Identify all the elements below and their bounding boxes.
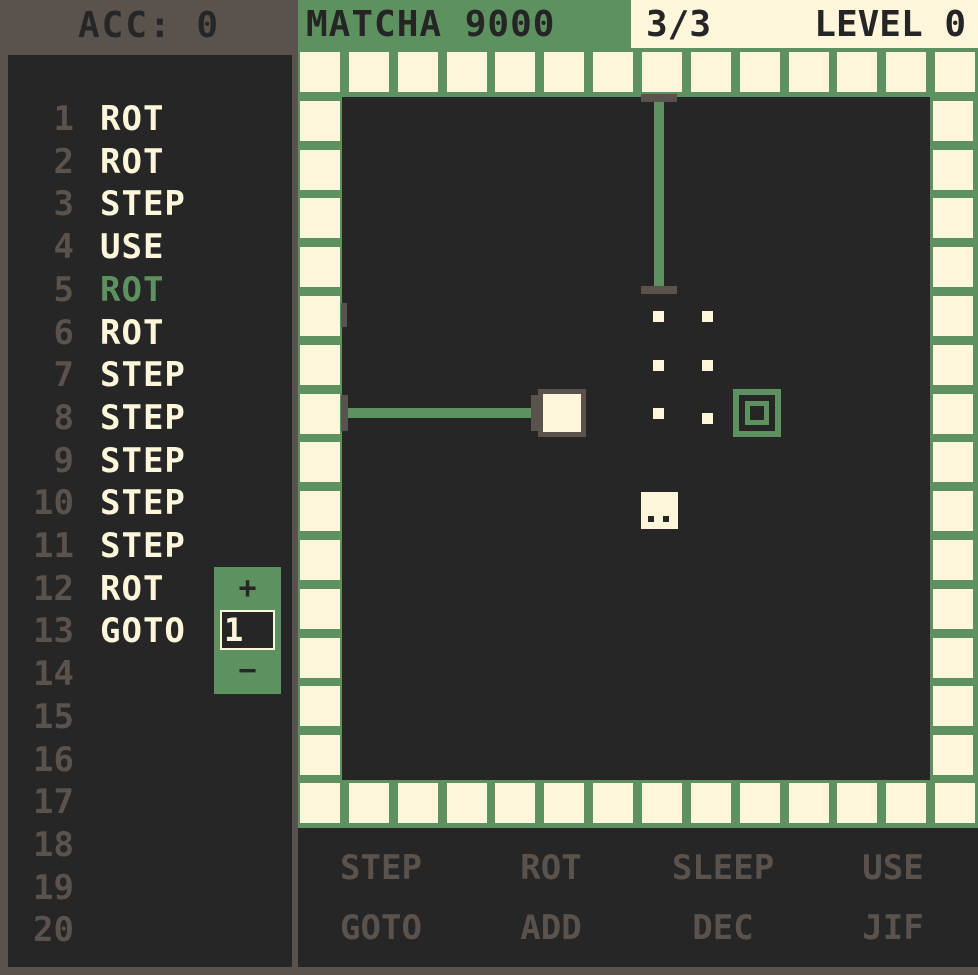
palette-jif-button[interactable]: JIF [818, 908, 968, 948]
palette-sleep-button[interactable]: SLEEP [648, 848, 798, 888]
robot-icon [641, 492, 678, 529]
palette-goto-button[interactable]: GOTO [306, 908, 456, 948]
pipe-icon [641, 94, 677, 294]
wall-notch [341, 303, 347, 327]
dot-marker-icon [653, 311, 713, 424]
target-icon [733, 389, 781, 437]
palette-use-button[interactable]: USE [818, 848, 968, 888]
palette-add-button[interactable]: ADD [476, 908, 626, 948]
palette-dec-button[interactable]: DEC [648, 908, 798, 948]
palette-step-button[interactable]: STEP [306, 848, 456, 888]
pipe-icon [341, 395, 538, 431]
palette-rot-button[interactable]: ROT [476, 848, 626, 888]
box-icon [538, 389, 586, 437]
